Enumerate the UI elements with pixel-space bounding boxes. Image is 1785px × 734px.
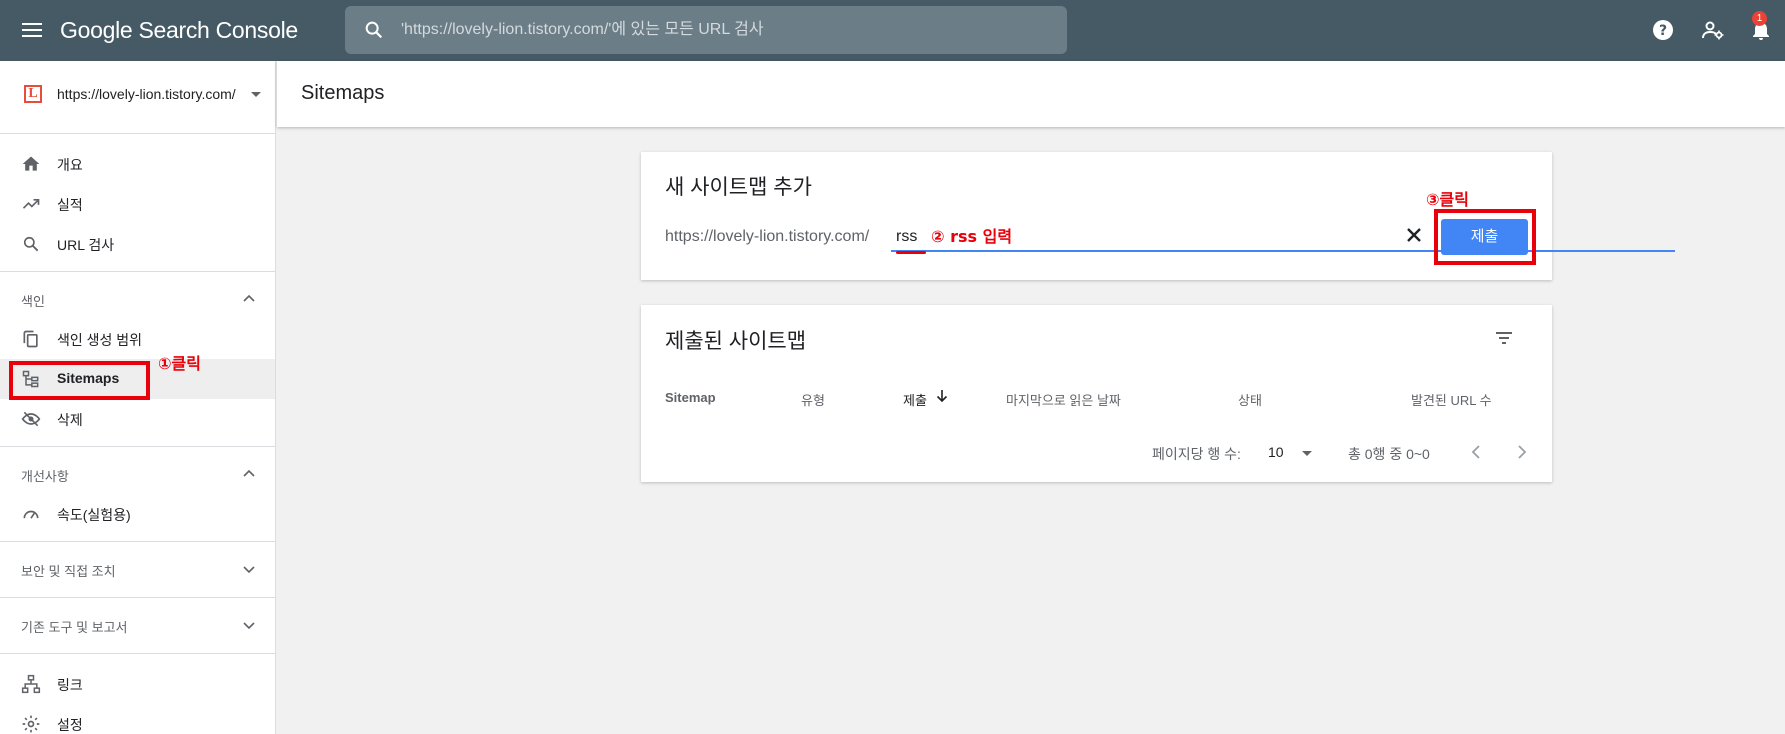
page-title: Sitemaps	[301, 82, 385, 104]
app-logo[interactable]: Google Search Console	[60, 17, 298, 44]
section-header-index[interactable]: 색인	[0, 279, 275, 319]
sidebar-item-label: 삭제	[57, 412, 83, 428]
sidebar-item-removals[interactable]: 삭제	[0, 399, 275, 439]
sidebar-item-label: 실적	[57, 197, 83, 213]
submitted-sitemaps-title: 제출된 사이트맵	[665, 330, 807, 353]
sidebar-item-speed[interactable]: 속도(실험용)	[0, 494, 275, 534]
annotation-box-step3	[1434, 209, 1536, 265]
speed-gauge-icon	[23, 510, 39, 519]
property-url: https://lovely-lion.tistory.com/	[57, 86, 236, 102]
sitemap-url-prefix: https://lovely-lion.tistory.com/	[665, 228, 870, 245]
property-selector[interactable]: L https://lovely-lion.tistory.com/	[0, 61, 275, 134]
annotation-step3: ③클릭	[1426, 190, 1469, 209]
column-header-last-read[interactable]: 마지막으로 읽은 날짜	[1006, 390, 1121, 409]
annotation-underline	[896, 251, 926, 254]
copy-icon	[23, 330, 38, 348]
chevron-right-icon[interactable]	[1511, 442, 1531, 462]
column-header-status[interactable]: 상태	[1238, 390, 1262, 409]
column-header-type[interactable]: 유형	[801, 390, 825, 409]
annotation-step2: ② rss 입력	[931, 227, 1013, 246]
chevron-up-icon	[243, 294, 255, 302]
help-icon[interactable]: ?	[1651, 18, 1675, 42]
svg-text:?: ?	[1659, 23, 1667, 39]
sidebar-item-label: 링크	[57, 677, 83, 693]
chevron-down-icon	[1302, 451, 1312, 456]
chevron-up-icon	[243, 469, 255, 477]
chevron-left-icon[interactable]	[1467, 442, 1487, 462]
eye-off-icon	[21, 411, 41, 427]
chevron-down-icon	[243, 622, 255, 630]
section-label: 기존 도구 및 보고서	[21, 620, 128, 635]
column-header-sitemap[interactable]: Sitemap	[665, 390, 716, 405]
section-label: 개선사항	[21, 469, 69, 484]
filter-icon[interactable]	[1493, 327, 1515, 349]
chevron-down-icon	[243, 566, 255, 574]
url-inspection-search[interactable]	[345, 6, 1067, 54]
pagination-range: 총 0행 중 0~0	[1348, 446, 1430, 462]
sidebar-item-label: 설정	[57, 717, 83, 733]
submitted-sitemaps-card: 제출된 사이트맵 Sitemap 유형 제출 마지막으로 읽은 날짜 상태 발견…	[641, 305, 1552, 482]
chevron-down-icon	[251, 92, 261, 97]
sidebar-item-overview[interactable]: 개요	[0, 144, 275, 184]
sidebar-item-settings[interactable]: 설정	[0, 704, 275, 734]
notification-badge: 1	[1752, 11, 1767, 26]
arrow-down-icon[interactable]	[935, 389, 949, 403]
section-header-enhancements[interactable]: 개선사항	[0, 454, 275, 494]
top-app-bar: Google Search Console ? 1	[0, 0, 1785, 61]
search-icon	[23, 236, 39, 252]
page-header: Sitemaps	[277, 61, 1785, 127]
trending-up-icon	[22, 199, 40, 209]
annotation-step1: ①클릭	[158, 354, 201, 373]
links-icon	[21, 674, 41, 694]
input-underline	[891, 250, 1675, 252]
annotation-box-step1	[9, 361, 150, 400]
manage-users-icon[interactable]	[1701, 18, 1725, 42]
add-sitemap-title: 새 사이트맵 추가	[665, 176, 812, 199]
sidebar-item-label: 속도(실험용)	[57, 507, 131, 523]
rows-per-page-label: 페이지당 행 수:	[1152, 446, 1241, 462]
sidebar-item-label: 색인 생성 범위	[57, 332, 143, 348]
search-input[interactable]	[401, 6, 1051, 54]
sidebar-item-performance[interactable]: 실적	[0, 184, 275, 224]
section-header-security[interactable]: 보안 및 직접 조치	[0, 549, 275, 589]
sidebar-item-url-inspection[interactable]: URL 검사	[0, 224, 275, 264]
add-sitemap-card: 새 사이트맵 추가 https://lovely-lion.tistory.co…	[641, 152, 1675, 280]
menu-icon[interactable]	[20, 19, 44, 41]
settings-icon	[22, 715, 40, 733]
sidebar-item-links[interactable]: 링크	[0, 664, 275, 704]
search-icon	[365, 21, 383, 39]
sidebar-item-label: URL 검사	[57, 237, 115, 253]
property-favicon: L	[24, 85, 42, 103]
sidebar-item-coverage[interactable]: 색인 생성 범위	[0, 319, 275, 359]
sidebar-item-label: 개요	[57, 157, 83, 173]
column-header-discovered-urls[interactable]: 발견된 URL 수	[1411, 390, 1492, 409]
rows-per-page-select[interactable]: 10	[1268, 444, 1318, 466]
column-header-submitted[interactable]: 제출	[903, 390, 927, 409]
home-icon	[22, 156, 40, 171]
section-label: 보안 및 직접 조치	[21, 564, 116, 579]
section-label: 색인	[21, 294, 45, 309]
rows-per-page-value: 10	[1268, 444, 1284, 460]
close-icon[interactable]	[1405, 226, 1423, 244]
section-header-legacy[interactable]: 기존 도구 및 보고서	[0, 605, 275, 645]
